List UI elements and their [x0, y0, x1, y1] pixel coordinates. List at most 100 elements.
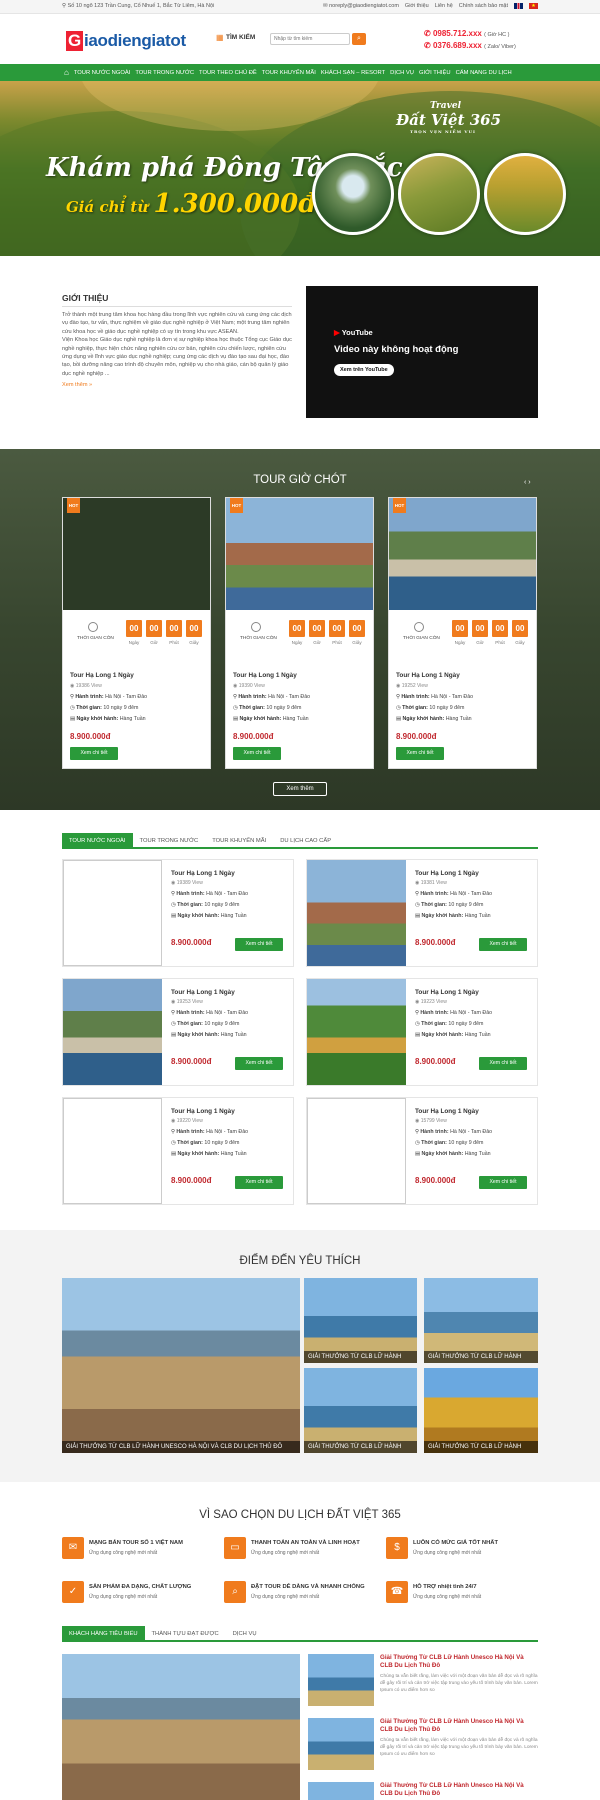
hot-tour-card[interactable]: HOT THỜI GIAN CÒN 00 00 00 00 Ngày Giờ P…: [388, 497, 537, 769]
news-item[interactable]: Giải Thưởng Từ CLB Lữ Hành Unesco Hà Nội…: [308, 1782, 538, 1800]
news-title[interactable]: Giải Thưởng Từ CLB Lữ Hành Unesco Hà Nội…: [380, 1718, 538, 1734]
watch-on-youtube-button[interactable]: Xem trên YouTube: [334, 364, 394, 376]
video-embed[interactable]: ▶ YouTube Video này không hoạt động Xem …: [306, 286, 538, 418]
featured-image[interactable]: [62, 1654, 300, 1800]
destination-card[interactable]: GIẢI THƯỞNG TỪ CLB LỮ HÀNH: [424, 1278, 538, 1363]
destination-card[interactable]: GIẢI THƯỞNG TỪ CLB LỮ HÀNH: [304, 1278, 417, 1363]
news-thumbnail[interactable]: [308, 1782, 374, 1800]
destination-card-large[interactable]: GIẢI THƯỞNG TỪ CLB LỮ HÀNH UNESCO HÀ NỘI…: [62, 1278, 300, 1453]
hotline-2[interactable]: ✆ 0376.689.xxx ( Zalo/ Viber): [424, 41, 516, 50]
tour-image[interactable]: [63, 860, 162, 966]
tour-image[interactable]: [307, 860, 406, 966]
news-title[interactable]: Giải Thưởng Từ CLB Lữ Hành Unesco Hà Nội…: [380, 1654, 538, 1670]
tour-list-item[interactable]: Tour Hạ Long 1 Ngày ◉ 19223 View ⚲ Hành …: [306, 978, 538, 1086]
tour-title[interactable]: Tour Hạ Long 1 Ngày: [171, 870, 235, 877]
detail-button[interactable]: Xem chi tiết: [70, 747, 118, 760]
home-icon[interactable]: ⌂: [64, 68, 69, 77]
tour-title[interactable]: Tour Hạ Long 1 Ngày: [415, 1108, 479, 1115]
tour-image[interactable]: [226, 498, 373, 610]
tour-title[interactable]: Tour Hạ Long 1 Ngày: [415, 989, 479, 996]
site-logo[interactable]: Giaodiengiatot: [66, 31, 186, 51]
detail-button[interactable]: Xem chi tiết: [233, 747, 281, 760]
tour-price: 8.900.000đ: [233, 732, 274, 741]
hero-image-rice-terrace: [398, 153, 480, 235]
tour-price: 8.900.000đ: [70, 732, 111, 741]
news-thumbnail[interactable]: [308, 1718, 374, 1770]
tour-title[interactable]: Tour Hạ Long 1 Ngày: [415, 870, 479, 877]
tab-tour-khuyen-mai[interactable]: TOUR KHUYẾN MÃI: [205, 833, 273, 847]
news-title[interactable]: Giải Thưởng Từ CLB Lữ Hành Unesco Hà Nội…: [380, 1782, 538, 1798]
tour-list-item[interactable]: Tour Hạ Long 1 Ngày ◉ 19220 View ⚲ Hành …: [62, 1097, 294, 1205]
nav-tour-theo-chu-de[interactable]: TOUR THEO CHỦ ĐỀ: [199, 70, 257, 76]
flag-vn-icon[interactable]: ★: [529, 3, 538, 9]
nav-tour-khuyen-mai[interactable]: TOUR KHUYẾN MÃI: [262, 70, 316, 76]
tab-du-lich-cao-cap[interactable]: DU LỊCH CAO CẤP: [273, 833, 338, 847]
intro-title: GIỚI THIỆU: [62, 293, 109, 303]
tour-price: 8.900.000đ: [415, 1057, 456, 1066]
tab-tour-nuoc-ngoai[interactable]: TOUR NƯỚC NGOÀI: [62, 833, 133, 847]
tour-image[interactable]: [389, 498, 536, 610]
nav-dich-vu[interactable]: DỊCH VỤ: [390, 70, 414, 76]
tour-title[interactable]: Tour Hạ Long 1 Ngày: [233, 672, 297, 679]
youtube-logo: ▶ YouTube: [334, 328, 373, 337]
tour-title[interactable]: Tour Hạ Long 1 Ngày: [70, 672, 134, 679]
detail-button[interactable]: Xem chi tiết: [235, 938, 283, 951]
tour-image[interactable]: [63, 498, 210, 610]
tour-list-item[interactable]: Tour Hạ Long 1 Ngày ◉ 19389 View ⚲ Hành …: [62, 859, 294, 967]
top-link-contact[interactable]: Liên hệ: [435, 3, 453, 9]
tab-tour-trong-nuoc[interactable]: TOUR TRONG NƯỚC: [133, 833, 206, 847]
top-link-privacy[interactable]: Chính sách bảo mật: [459, 3, 508, 9]
nav-tour-trong-nuoc[interactable]: TOUR TRONG NƯỚC: [135, 70, 194, 76]
nav-cam-nang[interactable]: CẨM NANG DU LỊCH: [456, 70, 512, 76]
news-item[interactable]: Giải Thưởng Từ CLB Lữ Hành Unesco Hà Nội…: [308, 1654, 538, 1710]
tour-list-item[interactable]: Tour Hạ Long 1 Ngày ◉ 19381 View ⚲ Hành …: [306, 859, 538, 967]
destination-caption: GIẢI THƯỞNG TỪ CLB LỮ HÀNH UNESCO HÀ NỘI…: [62, 1441, 300, 1453]
tab-khach-hang[interactable]: KHÁCH HÀNG TIÊU BIỂU: [62, 1626, 145, 1640]
detail-button[interactable]: Xem chi tiết: [396, 747, 444, 760]
hot-tour-card[interactable]: HOT THỜI GIAN CÒN 00 00 00 00 Ngày Giờ P…: [62, 497, 211, 769]
detail-button[interactable]: Xem chi tiết: [479, 1057, 527, 1070]
email-link[interactable]: ✉ noreply@giaodiengiatot.com: [323, 3, 399, 9]
detail-button[interactable]: Xem chi tiết: [235, 1057, 283, 1070]
tour-image[interactable]: [307, 1098, 406, 1204]
tour-list-item[interactable]: Tour Hạ Long 1 Ngày ◉ 15799 View ⚲ Hành …: [306, 1097, 538, 1205]
news-excerpt: Chúng ta vẫn biết rằng, làm việc với một…: [380, 1674, 538, 1693]
news-item[interactable]: Giải Thưởng Từ CLB Lữ Hành Unesco Hà Nội…: [308, 1718, 538, 1774]
hot-tour-card[interactable]: HOT THỜI GIAN CÒN 00 00 00 00 Ngày Giờ P…: [225, 497, 374, 769]
nav-tour-nuoc-ngoai[interactable]: TOUR NƯỚC NGOÀI: [74, 70, 131, 76]
tour-title[interactable]: Tour Hạ Long 1 Ngày: [171, 989, 235, 996]
intro-more-link[interactable]: Xem thêm »: [62, 382, 292, 388]
destination-card[interactable]: GIẢI THƯỞNG TỪ CLB LỮ HÀNH: [304, 1368, 417, 1453]
hero-banner[interactable]: Travel Đất Việt 365 TRỌN VẸN NIỀM VUI Kh…: [0, 81, 600, 256]
more-tours-button[interactable]: Xem thêm: [273, 782, 327, 796]
nav-khach-san[interactable]: KHÁCH SẠN – RESORT: [321, 70, 385, 76]
search-button[interactable]: ⌕: [352, 33, 366, 45]
news-thumbnail[interactable]: [308, 1654, 374, 1706]
detail-button[interactable]: Xem chi tiết: [479, 938, 527, 951]
detail-button[interactable]: Xem chi tiết: [235, 1176, 283, 1189]
top-bar: ⚲ Số 10 ngõ 123 Trần Cung, Cổ Nhuế 1, Bắ…: [0, 0, 600, 14]
search-input[interactable]: [270, 33, 350, 45]
why-item: ▭ THANH TOÁN AN TOÀN VÀ LINH HOẠT Ứng dụng…: [224, 1537, 379, 1567]
nav-gioi-thieu[interactable]: GIỚI THIỆU: [419, 70, 451, 76]
destinations-title: ĐIỂM ĐẾN YÊU THÍCH: [239, 1255, 361, 1267]
phone-icon: ✆: [424, 41, 433, 50]
tour-title[interactable]: Tour Hạ Long 1 Ngày: [171, 1108, 235, 1115]
tour-title[interactable]: Tour Hạ Long 1 Ngày: [396, 672, 460, 679]
hotline-1[interactable]: ✆ 0985.712.xxx ( Giờ HC ): [424, 29, 509, 38]
address: ⚲ Số 10 ngõ 123 Trần Cung, Cổ Nhuế 1, Bắ…: [62, 3, 215, 9]
detail-button[interactable]: Xem chi tiết: [479, 1176, 527, 1189]
flag-uk-icon[interactable]: [514, 3, 523, 9]
tab-dich-vu[interactable]: DỊCH VỤ: [226, 1626, 264, 1640]
tour-image[interactable]: [307, 979, 406, 1085]
chevron-left-icon[interactable]: ‹: [524, 479, 526, 486]
main-nav: ⌂ TOUR NƯỚC NGOÀI TOUR TRONG NƯỚC TOUR T…: [0, 64, 600, 81]
chevron-right-icon[interactable]: ›: [528, 479, 530, 486]
top-link-about[interactable]: Giới thiệu: [405, 3, 429, 9]
tab-thanh-tuu[interactable]: THÀNH TỰU ĐẠT ĐƯỢC: [145, 1626, 226, 1640]
tour-image[interactable]: [63, 979, 162, 1085]
destination-card[interactable]: GIẢI THƯỞNG TỪ CLB LỮ HÀNH: [424, 1368, 538, 1453]
tour-list-item[interactable]: Tour Hạ Long 1 Ngày ◉ 19253 View ⚲ Hành …: [62, 978, 294, 1086]
carousel-arrows[interactable]: ‹ ›: [524, 479, 531, 486]
tour-image[interactable]: [63, 1098, 162, 1204]
